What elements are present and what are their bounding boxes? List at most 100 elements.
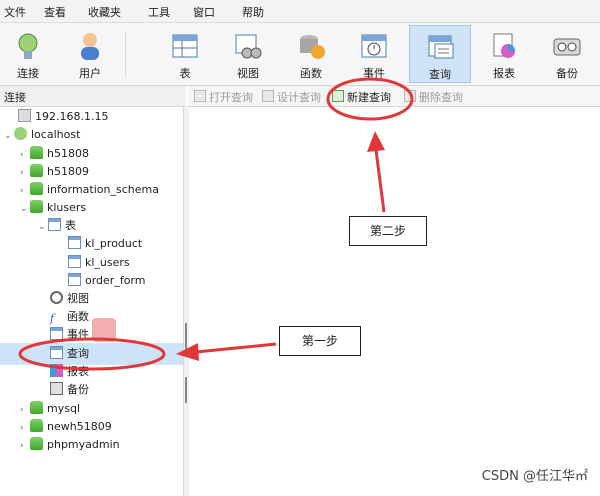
menu-file[interactable]: 文件 <box>4 4 26 20</box>
search-overlay-icon <box>92 318 116 342</box>
tree-node-views[interactable]: 视图 <box>50 290 89 308</box>
tree-node-localhost[interactable]: ⌄ localhost <box>4 126 80 144</box>
tree-node-events[interactable]: 事件 <box>50 326 89 344</box>
chevron-down-icon[interactable]: ⌄ <box>20 200 30 218</box>
report-icon <box>50 364 63 377</box>
database-icon <box>30 437 43 450</box>
table-icon <box>172 34 198 58</box>
connect-button[interactable]: 连接 <box>0 25 56 83</box>
query-button[interactable]: 查询 <box>409 25 471 83</box>
menu-help[interactable]: 帮助 <box>242 4 264 20</box>
open-query-icon <box>194 90 206 102</box>
connect-label: 连接 <box>17 67 39 80</box>
tree-node-table[interactable]: kl_product <box>68 235 142 253</box>
tree-node-tables-group[interactable]: ⌄ 表 <box>38 217 76 235</box>
menu-window[interactable]: 窗口 <box>193 4 215 20</box>
panel-title: 连接 <box>4 91 26 104</box>
delete-query-icon <box>404 90 416 102</box>
tree-node-table[interactable]: kl_users <box>68 254 130 272</box>
report-button[interactable]: 报表 <box>476 25 532 83</box>
tree-node-database[interactable]: › information_schema <box>20 181 159 199</box>
database-label: phpmyadmin <box>47 438 120 451</box>
tree-node-reports[interactable]: 报表 <box>50 363 89 381</box>
query-list-area[interactable] <box>189 107 600 496</box>
tables-group-label: 表 <box>65 219 76 232</box>
new-query-icon <box>332 90 344 102</box>
database-label: information_schema <box>47 183 159 196</box>
tree-node-backups[interactable]: 备份 <box>50 381 89 399</box>
chevron-right-icon[interactable]: › <box>20 164 30 182</box>
function-icon: f <box>50 312 55 325</box>
view-label: 视图 <box>237 67 259 80</box>
menu-tools[interactable]: 工具 <box>148 4 170 20</box>
database-label: klusers <box>47 201 87 214</box>
menu-favorites[interactable]: 收藏夹 <box>88 4 121 20</box>
open-query-button[interactable]: 打开查询 <box>194 89 253 105</box>
tree-node-database[interactable]: › mysql <box>20 400 80 418</box>
tree-node-server[interactable]: 192.168.1.15 <box>18 108 108 126</box>
function-icon <box>300 35 325 59</box>
database-icon <box>30 401 43 414</box>
chevron-right-icon[interactable]: › <box>20 401 30 419</box>
tree-node-database[interactable]: › newh51809 <box>20 418 112 436</box>
delete-query-button[interactable]: 删除查询 <box>404 89 463 105</box>
splitter-grip[interactable] <box>185 377 187 403</box>
new-query-label: 新建查询 <box>347 91 391 104</box>
tree-node-queries[interactable]: 查询 <box>50 345 89 363</box>
host-label: localhost <box>31 128 81 141</box>
table-label: order_form <box>85 274 146 287</box>
query-icon <box>50 346 63 359</box>
main-toolbar: 连接 用户 表 视图 函数 事件 查询 报表 备份 <box>0 23 600 86</box>
chevron-down-icon[interactable]: ⌄ <box>4 127 14 145</box>
selected-row-highlight <box>0 343 183 365</box>
tree-node-database[interactable]: › phpmyadmin <box>20 436 120 454</box>
connection-icon <box>14 127 27 140</box>
backup-icon <box>553 38 581 56</box>
database-label: h51808 <box>47 147 89 160</box>
chevron-right-icon[interactable]: › <box>20 437 30 455</box>
chevron-right-icon[interactable]: › <box>20 182 30 200</box>
menu-view[interactable]: 查看 <box>44 4 66 20</box>
user-icon <box>81 33 99 60</box>
database-label: mysql <box>47 402 80 415</box>
functions-label: 函数 <box>67 310 89 323</box>
query-icon <box>428 35 454 59</box>
tree-node-database[interactable]: › h51809 <box>20 163 89 181</box>
design-query-icon <box>262 90 274 102</box>
database-icon <box>30 164 43 177</box>
chevron-right-icon[interactable]: › <box>20 146 30 164</box>
table-label: kl_product <box>85 237 143 250</box>
chevron-right-icon[interactable]: › <box>20 419 30 437</box>
reports-label: 报表 <box>67 365 89 378</box>
connection-panel-header: 连接 <box>0 86 186 107</box>
view-button[interactable]: 视图 <box>220 25 276 83</box>
menu-bar: 文件 查看 收藏夹 工具 窗口 帮助 <box>0 0 600 23</box>
backups-label: 备份 <box>67 383 89 396</box>
backup-label: 备份 <box>556 67 578 80</box>
tree-node-table[interactable]: order_form <box>68 272 145 290</box>
function-button[interactable]: 函数 <box>283 25 339 83</box>
view-icon <box>235 34 262 59</box>
query-subtoolbar: 打开查询 设计查询 新建查询 删除查询 <box>188 86 600 107</box>
delete-query-label: 删除查询 <box>419 91 463 104</box>
event-button[interactable]: 事件 <box>346 25 402 83</box>
user-button[interactable]: 用户 <box>62 25 118 83</box>
table-icon <box>68 255 81 268</box>
backup-button[interactable]: 备份 <box>539 25 595 83</box>
splitter-grip[interactable] <box>185 323 187 349</box>
report-label: 报表 <box>493 67 515 80</box>
tree-node-database[interactable]: › h51808 <box>20 145 89 163</box>
toolbar-divider <box>125 31 126 77</box>
design-query-button[interactable]: 设计查询 <box>262 89 321 105</box>
view-icon <box>50 291 63 304</box>
database-label: h51809 <box>47 165 89 178</box>
table-button[interactable]: 表 <box>157 25 213 83</box>
watermark: CSDN @任江华㎡ <box>481 469 588 484</box>
step2-callout: 第二步 <box>349 216 427 246</box>
queries-label: 查询 <box>67 347 89 360</box>
tree-node-database-open[interactable]: ⌄ klusers <box>20 199 86 217</box>
chevron-down-icon[interactable]: ⌄ <box>38 218 48 236</box>
query-label: 查询 <box>429 68 451 81</box>
new-query-button[interactable]: 新建查询 <box>332 89 391 105</box>
tree-node-functions[interactable]: f 函数 <box>50 308 89 326</box>
